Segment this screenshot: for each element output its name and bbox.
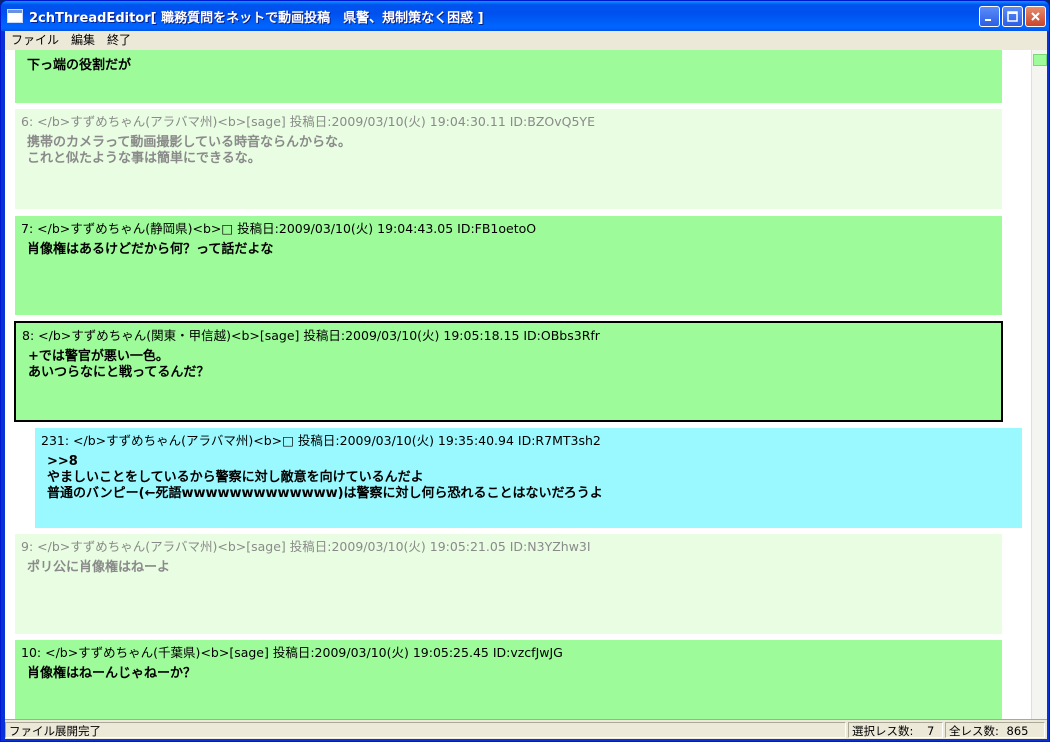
title-bar[interactable]: 2chThreadEditor[ 職務質問をネットで動画投稿 県警、規制策なく困… [1, 1, 1049, 31]
scroll-thumb[interactable] [1033, 54, 1047, 66]
post-body: 肖像権はあるけどだから何？って話だよな [27, 242, 274, 257]
app-icon [7, 9, 23, 23]
post-header: 8: </b>すずめちゃん(関東・甲信越)<b>[sage] 投稿日:2009/… [22, 328, 600, 343]
total-label: 全レス数: [949, 724, 999, 738]
vertical-scrollbar[interactable] [1031, 50, 1047, 719]
post-header: 6: </b>すずめちゃん(アラバマ州)<b>[sage] 投稿日:2009/0… [21, 114, 595, 129]
client-area: ファイル 編集 終了 下っ端の役割だが 6: </b>すずめちゃん(アラバマ州)… [5, 31, 1047, 739]
selected-label: 選択レス数: [852, 724, 914, 738]
post-10[interactable]: 10: </b>すずめちゃん(千葉県)<b>[sage] 投稿日:2009/03… [15, 640, 1002, 719]
post-body: 肖像権はねーんじゃねーか？ [27, 666, 197, 681]
post-body: 下っ端の役割だが [27, 58, 132, 73]
post-231[interactable]: 231: </b>すずめちゃん(アラバマ州)<b>□ 投稿日:2009/03/1… [35, 428, 1022, 528]
status-bar: ファイル展開完了 選択レス数: 7 全レス数: 865 [5, 719, 1047, 739]
minimize-icon[interactable] [979, 6, 1000, 27]
status-selected-count: 選択レス数: 7 [848, 722, 943, 738]
post-header: 7: </b>すずめちゃん(静岡県)<b>□ 投稿日:2009/03/10(火)… [21, 221, 537, 236]
post-body: ポリ公に肖像権はねーよ [27, 560, 171, 575]
menu-file[interactable]: ファイル [5, 31, 65, 49]
post-body: +では警官が悪い一色。 あいつらなにと戦ってるんだ？ [28, 349, 210, 380]
menu-bar: ファイル 編集 終了 [5, 31, 1047, 49]
status-message: ファイル展開完了 [5, 722, 846, 738]
status-total-count: 全レス数: 865 [945, 722, 1045, 738]
selected-value: 7 [927, 724, 935, 738]
app-window: 2chThreadEditor[ 職務質問をネットで動画投稿 県警、規制策なく困… [0, 0, 1050, 742]
post-partial[interactable]: 下っ端の役割だが [15, 50, 1002, 103]
post-7[interactable]: 7: </b>すずめちゃん(静岡県)<b>□ 投稿日:2009/03/10(火)… [15, 216, 1002, 315]
close-icon[interactable] [1025, 6, 1046, 27]
menu-exit[interactable]: 終了 [101, 31, 137, 49]
window-title: 2chThreadEditor[ 職務質問をネットで動画投稿 県警、規制策なく困… [29, 10, 484, 26]
window-controls [979, 6, 1046, 27]
post-body: >>8 やましいことをしているから警察に対し敵意を向けているんだよ 普通のバンピ… [47, 454, 603, 501]
thread-view[interactable]: 下っ端の役割だが 6: </b>すずめちゃん(アラバマ州)<b>[sage] 投… [5, 50, 1031, 719]
total-value: 865 [1006, 724, 1029, 738]
post-6[interactable]: 6: </b>すずめちゃん(アラバマ州)<b>[sage] 投稿日:2009/0… [15, 109, 1002, 209]
post-header: 10: </b>すずめちゃん(千葉県)<b>[sage] 投稿日:2009/03… [21, 645, 563, 660]
post-header: 231: </b>すずめちゃん(アラバマ州)<b>□ 投稿日:2009/03/1… [41, 433, 601, 448]
post-body: 携帯のカメラって動画撮影している時音ならんからな。 これと似たような事は簡単にで… [27, 135, 351, 166]
maximize-icon[interactable] [1002, 6, 1023, 27]
post-header: 9: </b>すずめちゃん(アラバマ州)<b>[sage] 投稿日:2009/0… [21, 539, 591, 554]
menu-edit[interactable]: 編集 [65, 31, 101, 49]
post-8[interactable]: 8: </b>すずめちゃん(関東・甲信越)<b>[sage] 投稿日:2009/… [14, 321, 1003, 422]
post-9[interactable]: 9: </b>すずめちゃん(アラバマ州)<b>[sage] 投稿日:2009/0… [15, 534, 1002, 634]
